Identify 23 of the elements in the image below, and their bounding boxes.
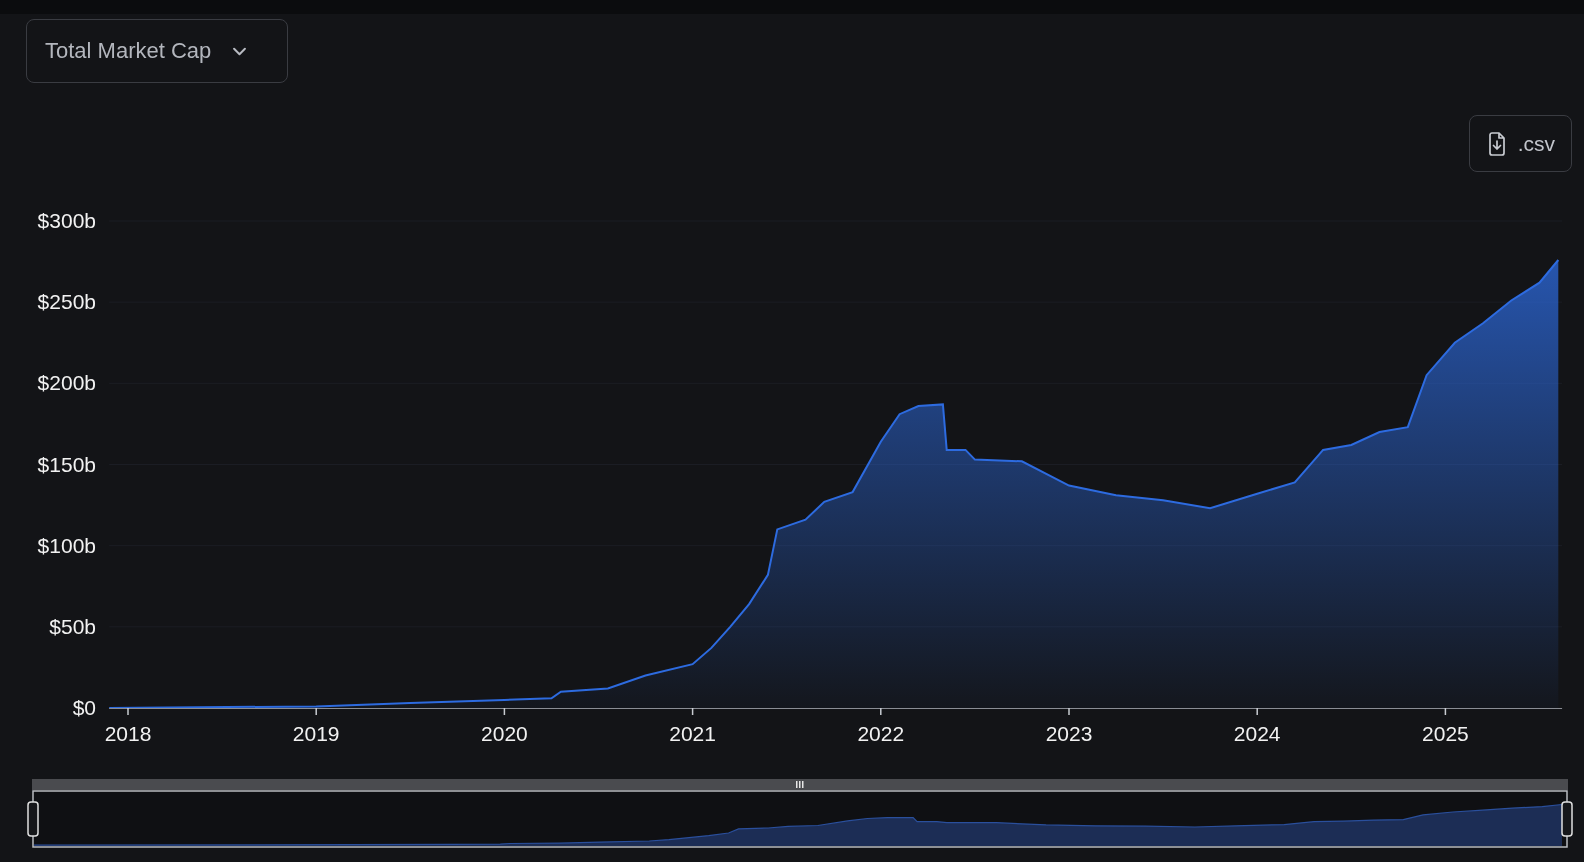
y-axis-label: $250b	[37, 290, 96, 314]
y-axis-label: $0	[72, 696, 96, 719]
y-axis-label: $200b	[37, 371, 96, 395]
slider-track[interactable]	[32, 779, 1568, 790]
metric-dropdown[interactable]: Total Market Cap	[26, 19, 288, 83]
x-axis-label: 2022	[857, 722, 905, 745]
y-axis-label: $150b	[37, 452, 96, 476]
file-download-icon	[1487, 131, 1506, 156]
chevron-down-icon	[233, 46, 247, 56]
range-handle[interactable]	[1561, 801, 1573, 837]
y-axis-label: $100b	[37, 533, 96, 557]
range-handle[interactable]	[27, 801, 39, 837]
grip-icon[interactable]	[796, 781, 804, 788]
y-axis-label: $50b	[49, 614, 96, 638]
x-axis-label: 2024	[1233, 722, 1281, 745]
x-axis-label: 2021	[669, 722, 716, 745]
x-axis-label: 2025	[1422, 722, 1469, 745]
y-axis-label: $300b	[37, 209, 96, 232]
csv-download-button[interactable]: .csv	[1468, 115, 1572, 172]
x-axis-label: 2019	[292, 722, 340, 745]
x-axis-label: 2023	[1045, 722, 1093, 745]
x-axis-label: 2018	[104, 722, 152, 745]
x-axis-label: 2020	[481, 722, 528, 745]
